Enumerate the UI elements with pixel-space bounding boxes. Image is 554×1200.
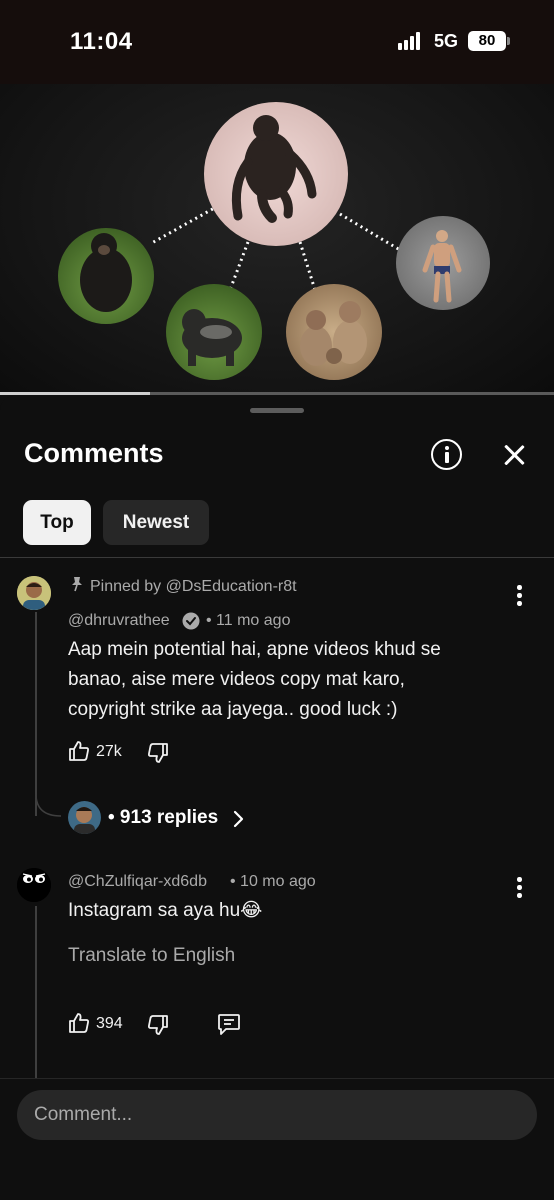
close-icon[interactable] <box>499 440 529 470</box>
comment-time: • 11 mo ago <box>206 612 291 629</box>
filter-newest-chip[interactable]: Newest <box>103 500 209 545</box>
like-icon[interactable] <box>67 1011 91 1035</box>
reply-icon[interactable] <box>216 1011 242 1037</box>
more-options-icon[interactable] <box>514 585 524 607</box>
chimpanzee-center-image <box>204 102 348 246</box>
dislike-icon[interactable] <box>146 1013 170 1037</box>
avatar[interactable] <box>17 576 51 610</box>
status-bar: 11:04 5G 80 <box>0 0 554 84</box>
video-progress-bar[interactable] <box>0 392 554 395</box>
cellular-signal-icon <box>398 32 426 50</box>
status-time: 11:04 <box>70 28 133 55</box>
human-figure-image <box>396 216 490 310</box>
comment-author[interactable]: @ChZulfiqar-xd6db <box>68 873 207 891</box>
comment-author[interactable]: @dhruvrathee <box>68 612 170 630</box>
verified-icon <box>182 612 200 630</box>
macaque-monkeys-image <box>286 284 382 380</box>
pin-icon <box>72 577 82 592</box>
network-type: 5G <box>434 31 459 51</box>
pinned-label: Pinned by @DsEducation-r8t <box>90 578 297 595</box>
video-frame <box>58 102 490 380</box>
avatar[interactable] <box>17 868 51 902</box>
thread-line <box>35 612 37 816</box>
comment-line-3: copyright strike aa jayega.. good luck :… <box>68 699 398 720</box>
thread-curve <box>35 794 62 817</box>
like-icon[interactable] <box>67 739 91 763</box>
dislike-icon[interactable] <box>146 741 170 765</box>
like-count: 27k <box>96 743 122 760</box>
gorilla-image <box>166 284 262 380</box>
battery-tip <box>507 37 510 45</box>
filter-top-chip[interactable]: Top <box>23 500 91 545</box>
chimpanzee-left-image <box>58 228 154 324</box>
comment-line-2: banao, aise mere videos copy mat karo, <box>68 669 405 690</box>
replies-link[interactable]: • 913 replies <box>108 807 218 829</box>
comment-time: • 10 mo ago <box>230 873 316 890</box>
divider <box>0 557 554 558</box>
comment-input[interactable] <box>17 1090 537 1140</box>
info-icon[interactable] <box>431 439 462 470</box>
battery-icon: 80 <box>468 31 506 51</box>
comment-composer <box>0 1078 554 1200</box>
chevron-right-icon[interactable] <box>232 810 246 828</box>
panel-title: Comments <box>24 438 164 468</box>
more-options-icon[interactable] <box>514 877 524 899</box>
translate-link[interactable]: Translate to English <box>68 945 235 967</box>
drag-handle[interactable] <box>250 408 304 413</box>
like-count: 394 <box>96 1015 123 1032</box>
comment-line-1: Aap mein potential hai, apne videos khud… <box>68 639 441 660</box>
comment-text: Instagram sa aya hu😂 <box>68 900 263 921</box>
video-player[interactable] <box>0 84 554 392</box>
thread-line <box>35 906 37 1082</box>
reply-avatar[interactable] <box>68 801 101 834</box>
video-progress-played <box>0 392 150 395</box>
